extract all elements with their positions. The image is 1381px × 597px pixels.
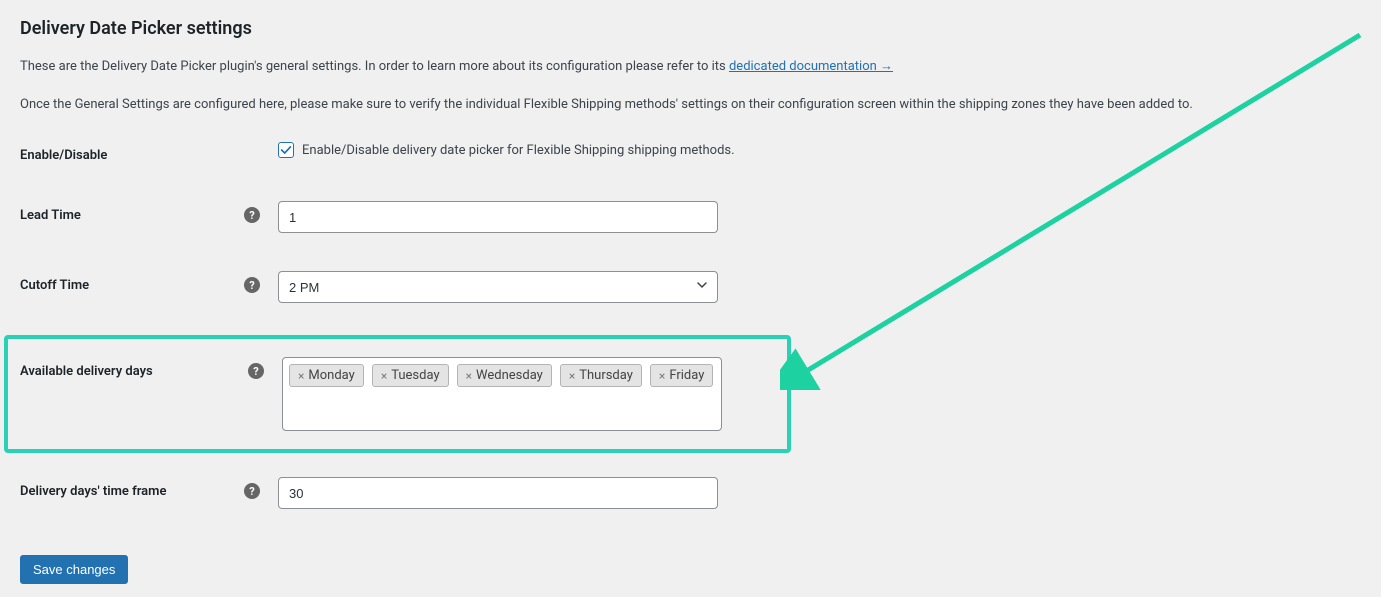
available-delivery-days-label: Available delivery days [20, 364, 153, 379]
remove-icon[interactable]: × [569, 369, 575, 383]
enable-disable-row: Enable/Disable Enable/Disable delivery d… [20, 142, 1361, 163]
check-icon [279, 143, 293, 157]
documentation-link[interactable]: dedicated documentation → [729, 59, 893, 74]
available-delivery-days-input[interactable]: × Monday × Tuesday × Wednesday × Thursday × F… [282, 357, 722, 431]
day-tag-tuesday[interactable]: × Tuesday [372, 364, 449, 387]
remove-icon[interactable]: × [659, 369, 665, 383]
enable-disable-label: Enable/Disable [20, 148, 107, 163]
remove-icon[interactable]: × [298, 369, 304, 383]
description-1-text: These are the Delivery Date Picker plugi… [20, 59, 729, 74]
cutoff-time-select[interactable]: 2 PM [278, 271, 718, 303]
cutoff-time-row: Cutoff Time ? 2 PM [20, 271, 1361, 303]
day-tag-label: Friday [669, 368, 704, 383]
help-icon[interactable]: ? [248, 363, 264, 379]
page-title: Delivery Date Picker settings [20, 18, 1361, 39]
time-frame-label: Delivery days' time frame [20, 484, 166, 499]
day-tag-label: Wednesday [476, 368, 543, 383]
description-1: These are the Delivery Date Picker plugi… [20, 57, 1361, 77]
save-changes-button[interactable]: Save changes [20, 555, 128, 584]
lead-time-input[interactable] [278, 201, 718, 233]
day-tag-label: Thursday [579, 368, 633, 383]
day-tag-thursday[interactable]: × Thursday [560, 364, 642, 387]
enable-disable-checkbox[interactable] [278, 142, 294, 158]
remove-icon[interactable]: × [466, 369, 472, 383]
lead-time-label: Lead Time [20, 208, 81, 223]
day-tag-label: Monday [308, 368, 354, 383]
remove-icon[interactable]: × [381, 369, 387, 383]
lead-time-row: Lead Time ? [20, 201, 1361, 233]
day-tag-friday[interactable]: × Friday [650, 364, 713, 387]
help-icon[interactable]: ? [244, 483, 260, 499]
day-tag-wednesday[interactable]: × Wednesday [457, 364, 552, 387]
cutoff-time-label: Cutoff Time [20, 278, 89, 293]
time-frame-input[interactable] [278, 477, 718, 509]
day-tag-label: Tuesday [391, 368, 439, 383]
enable-disable-description: Enable/Disable delivery date picker for … [302, 143, 735, 158]
help-icon[interactable]: ? [244, 207, 260, 223]
time-frame-row: Delivery days' time frame ? [20, 477, 1361, 509]
available-delivery-days-row: Available delivery days ? × Monday × Tuesd… [4, 335, 791, 453]
help-icon[interactable]: ? [244, 277, 260, 293]
day-tag-monday[interactable]: × Monday [289, 364, 364, 387]
description-2: Once the General Settings are configured… [20, 95, 1361, 115]
